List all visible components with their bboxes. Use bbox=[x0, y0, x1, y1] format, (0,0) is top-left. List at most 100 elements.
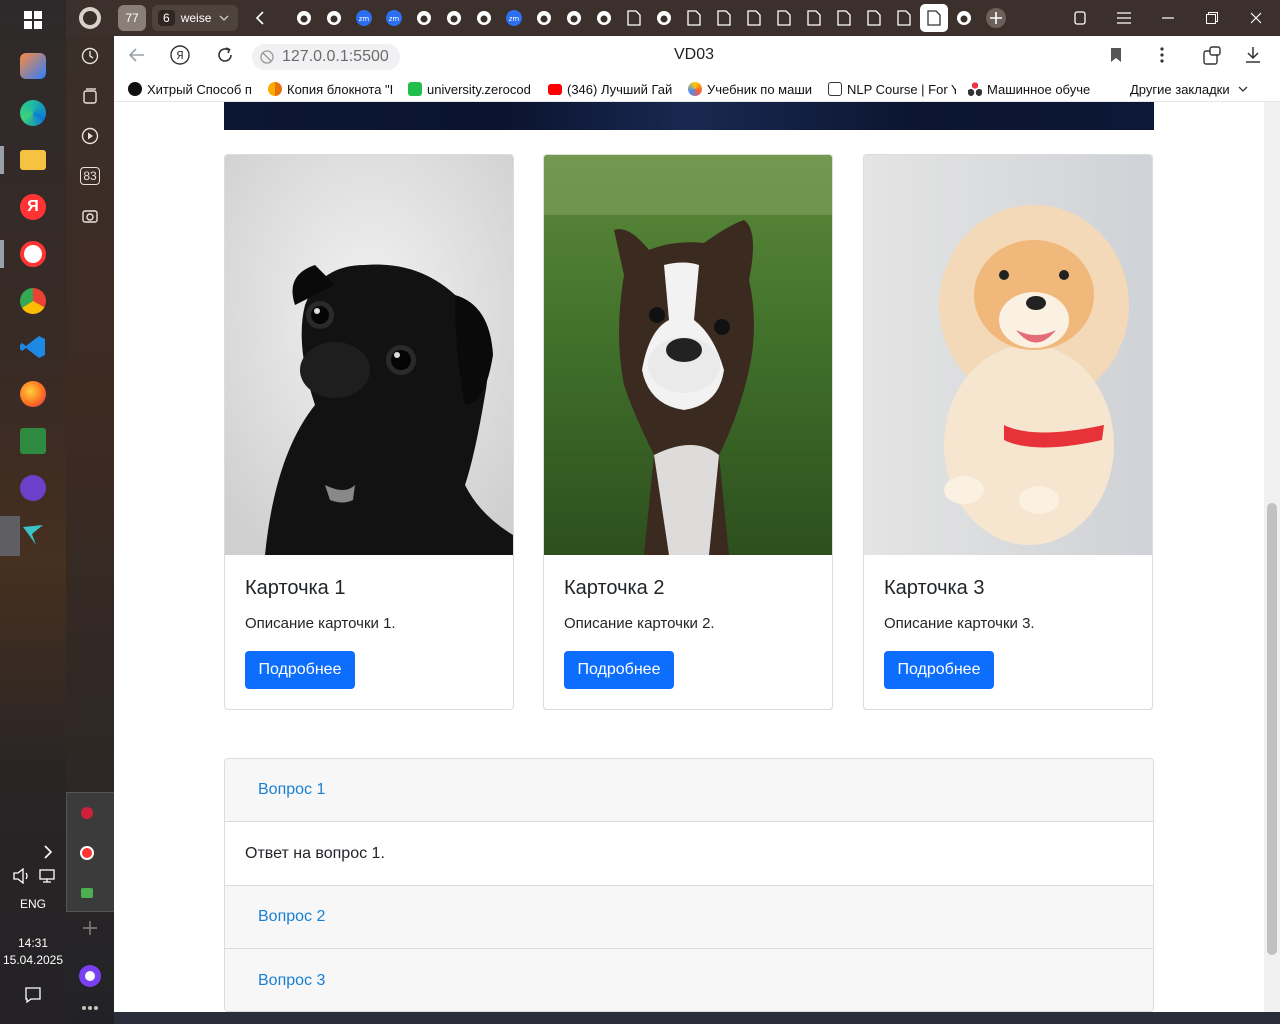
bookmark-item[interactable]: Машинное обуче bbox=[968, 80, 1096, 98]
badge-counter: 83 bbox=[80, 167, 100, 185]
bookmarks-bar: Хитрый Способ п Копия блокнота "I univer… bbox=[114, 76, 1280, 102]
tab-document[interactable] bbox=[832, 6, 856, 30]
taskbar-app-yandex[interactable]: Я bbox=[13, 187, 53, 227]
tab-document[interactable] bbox=[682, 6, 706, 30]
tray-icon-app[interactable] bbox=[77, 843, 97, 863]
zerocoder-icon bbox=[408, 82, 422, 96]
bookmark-item[interactable]: Копия блокнота "I bbox=[268, 80, 396, 98]
card-more-button[interactable]: Подробнее bbox=[564, 651, 674, 689]
taskbar-app-vscode[interactable] bbox=[13, 327, 53, 367]
tab-zoom[interactable]: zm bbox=[352, 6, 376, 30]
downloads-button[interactable] bbox=[1244, 46, 1262, 64]
start-button[interactable] bbox=[13, 0, 53, 40]
tab-document[interactable] bbox=[772, 6, 796, 30]
dots-icon bbox=[81, 1005, 99, 1011]
taskbar-app-media-player[interactable] bbox=[13, 46, 53, 86]
tab-github[interactable] bbox=[412, 6, 436, 30]
language-indicator[interactable]: ENG bbox=[0, 897, 66, 911]
tab-active-vd03[interactable] bbox=[920, 4, 948, 32]
chevron-left-icon bbox=[255, 11, 265, 25]
reload-button[interactable] bbox=[216, 46, 234, 64]
card: Карточка 2 Описание карточки 2. Подробне… bbox=[543, 154, 833, 710]
github-icon bbox=[536, 10, 552, 26]
chart-app-icon bbox=[20, 428, 46, 454]
card-more-button[interactable]: Подробнее bbox=[884, 651, 994, 689]
taskbar-app-explorer[interactable] bbox=[13, 140, 53, 180]
accordion-item-header[interactable]: Вопрос 3 bbox=[225, 949, 1153, 1011]
tray-icon-app[interactable] bbox=[77, 803, 97, 823]
add-panel-button[interactable] bbox=[76, 914, 104, 942]
taskbar-app-edge[interactable] bbox=[13, 93, 53, 133]
taskbar-app-spreadsheet[interactable] bbox=[13, 421, 53, 461]
minimize-button[interactable] bbox=[1154, 4, 1182, 32]
bookmark-button[interactable] bbox=[1110, 47, 1122, 63]
menu-button[interactable] bbox=[1110, 4, 1138, 32]
url-field[interactable]: 127.0.0.1:5500 bbox=[252, 44, 400, 70]
extensions-button[interactable] bbox=[1202, 46, 1222, 66]
tab-document[interactable] bbox=[862, 6, 886, 30]
restore-button[interactable] bbox=[1198, 4, 1226, 32]
tab-document[interactable] bbox=[622, 6, 646, 30]
notifications-counter[interactable]: 83 bbox=[76, 162, 104, 190]
card-more-button[interactable]: Подробнее bbox=[245, 651, 355, 689]
github-icon bbox=[128, 82, 142, 96]
other-bookmarks-button[interactable]: Другие закладки bbox=[1130, 80, 1256, 98]
tab-github[interactable] bbox=[652, 6, 676, 30]
file-icon bbox=[747, 10, 761, 26]
tab-document[interactable] bbox=[712, 6, 736, 30]
tab-group-weise[interactable]: 6 weise bbox=[152, 5, 238, 31]
github-icon bbox=[476, 10, 492, 26]
more-options-button[interactable] bbox=[1160, 47, 1164, 63]
tab-zoom[interactable]: zm bbox=[382, 6, 406, 30]
bookmark-item[interactable]: (346) Лучший Гай bbox=[548, 80, 676, 98]
screenshot-button[interactable] bbox=[76, 202, 104, 230]
tab-document[interactable] bbox=[742, 6, 766, 30]
accordion-item-header[interactable]: Вопрос 1 bbox=[225, 759, 1153, 822]
tab-github[interactable] bbox=[442, 6, 466, 30]
windows-taskbar: Я ENG 14:31 15.04.2025 bbox=[0, 0, 66, 1024]
tray-icon-app[interactable] bbox=[77, 883, 97, 903]
bookmark-item[interactable]: university.zerocod bbox=[408, 80, 536, 98]
new-tab-button[interactable] bbox=[984, 6, 1008, 30]
video-button[interactable] bbox=[76, 122, 104, 150]
tab-github[interactable] bbox=[532, 6, 556, 30]
history-button[interactable] bbox=[76, 42, 104, 70]
taskbar-app-yandex-browser[interactable] bbox=[13, 234, 53, 274]
profile-button[interactable] bbox=[78, 6, 102, 30]
tab-github[interactable] bbox=[952, 6, 976, 30]
clock-time[interactable]: 14:31 bbox=[0, 936, 66, 950]
tab-github[interactable] bbox=[562, 6, 586, 30]
taskbar-app-chrome[interactable] bbox=[13, 281, 53, 321]
yandex-home-button[interactable]: Я bbox=[170, 45, 190, 65]
tab-github[interactable] bbox=[322, 6, 346, 30]
collections-button[interactable] bbox=[76, 82, 104, 110]
scrollbar-thumb[interactable] bbox=[1267, 503, 1277, 955]
tab-document[interactable] bbox=[892, 6, 916, 30]
tab-github[interactable] bbox=[292, 6, 316, 30]
pomeranian-photo bbox=[864, 155, 1152, 555]
scroll-tabs-left-button[interactable] bbox=[248, 6, 272, 30]
taskbar-app-github-desktop[interactable] bbox=[13, 468, 53, 508]
network-button[interactable] bbox=[34, 856, 62, 896]
bookmark-item[interactable]: NLP Course | For Y bbox=[828, 80, 956, 98]
svg-text:zm: zm bbox=[389, 15, 400, 23]
other-bookmarks-label: Другие закладки bbox=[1130, 81, 1230, 97]
bookmark-item[interactable]: Учебник по маши bbox=[688, 80, 816, 98]
back-button[interactable] bbox=[128, 46, 146, 64]
tab-document[interactable] bbox=[802, 6, 826, 30]
alice-button[interactable] bbox=[76, 962, 104, 990]
notifications-button[interactable] bbox=[13, 975, 53, 1015]
close-button[interactable] bbox=[1242, 4, 1270, 32]
tab-zoom[interactable]: zm bbox=[502, 6, 526, 30]
tab-count-button[interactable]: 77 bbox=[118, 5, 146, 31]
taskbar-app-firefox[interactable] bbox=[13, 374, 53, 414]
more-button[interactable] bbox=[76, 994, 104, 1022]
clock-date[interactable]: 15.04.2025 bbox=[0, 953, 66, 967]
ml-icon bbox=[968, 82, 982, 96]
volume-button[interactable] bbox=[8, 856, 36, 896]
tabs-panel-button[interactable] bbox=[1066, 4, 1094, 32]
accordion-item-header[interactable]: Вопрос 2 bbox=[225, 886, 1153, 949]
tab-github[interactable] bbox=[592, 6, 616, 30]
bookmark-item[interactable]: Хитрый Способ п bbox=[128, 80, 256, 98]
tab-github[interactable] bbox=[472, 6, 496, 30]
